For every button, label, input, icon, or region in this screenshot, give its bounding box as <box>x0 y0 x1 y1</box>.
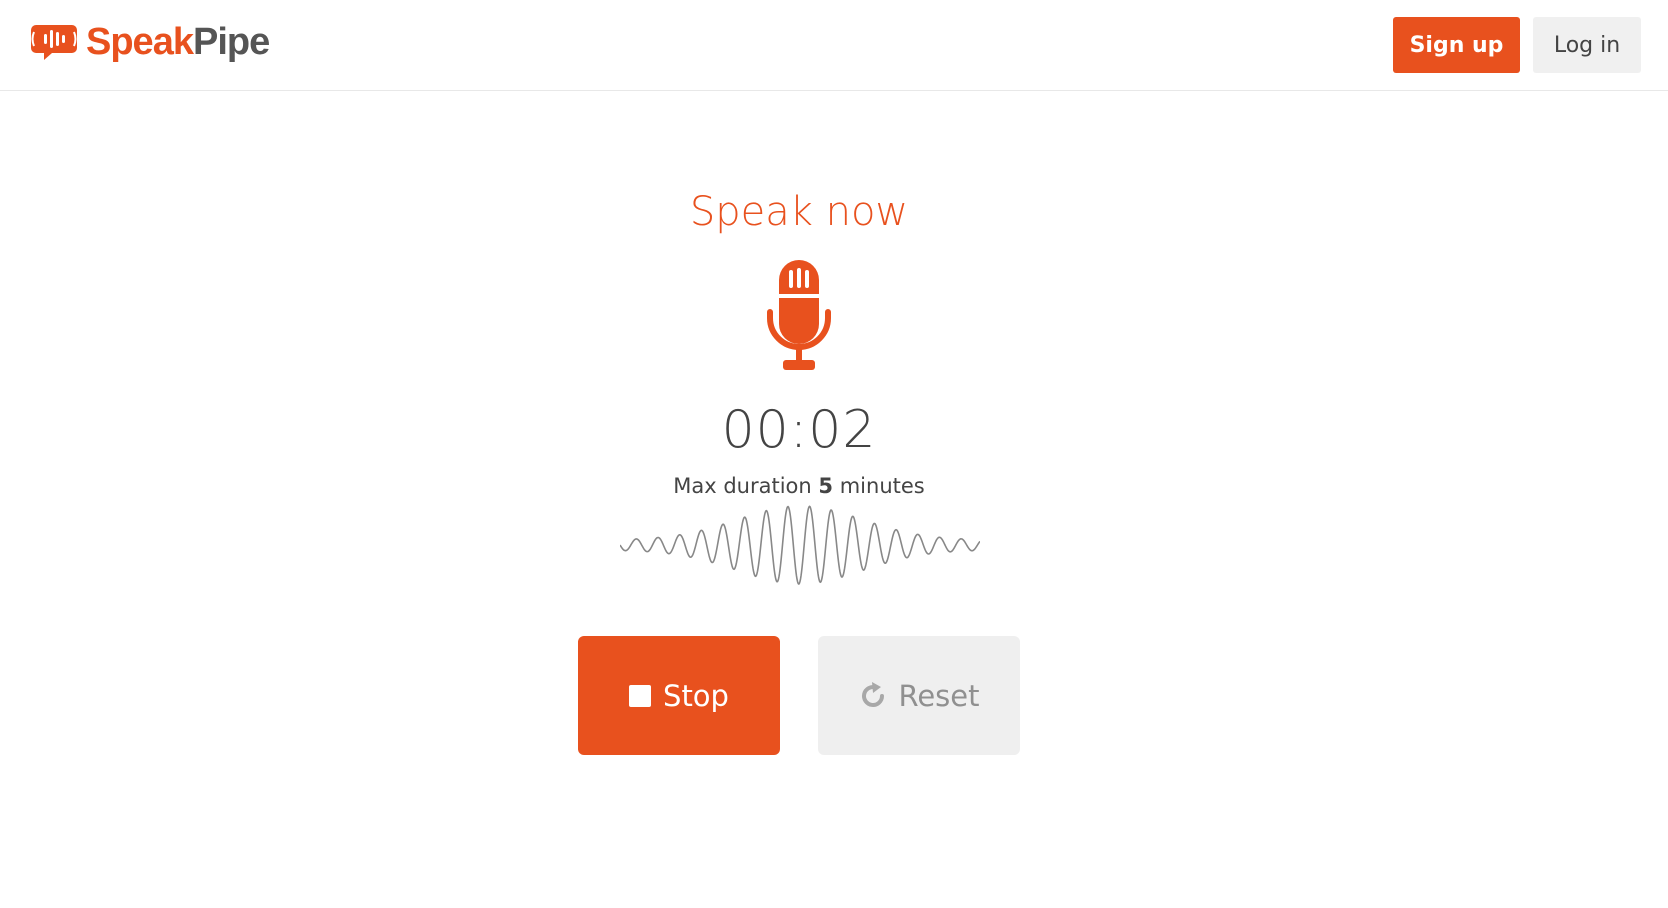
recording-timer: 00:02 <box>721 400 877 460</box>
speakpipe-logo-icon <box>31 25 77 60</box>
reset-label: Reset <box>898 678 980 713</box>
stop-icon <box>629 684 652 707</box>
reset-icon <box>862 681 885 707</box>
reset-button[interactable]: Reset <box>818 636 1020 755</box>
recording-status-title: Speak now <box>689 189 909 235</box>
logo-text: SpeakPipe <box>86 21 270 63</box>
top-bar: SpeakPipe Sign up Log in <box>0 0 1668 91</box>
stop-label: Stop <box>663 678 729 713</box>
speakpipe-logo[interactable]: SpeakPipe <box>30 21 270 63</box>
max-duration-text: Max duration 5 minutes <box>673 474 925 498</box>
sign-up-button[interactable]: Sign up <box>1393 17 1520 73</box>
waveform-icon <box>620 505 980 585</box>
stop-button[interactable]: Stop <box>578 636 780 755</box>
microphone-icon <box>767 260 831 370</box>
log-in-button[interactable]: Log in <box>1533 17 1641 73</box>
max-duration-value: 5 <box>818 474 834 498</box>
